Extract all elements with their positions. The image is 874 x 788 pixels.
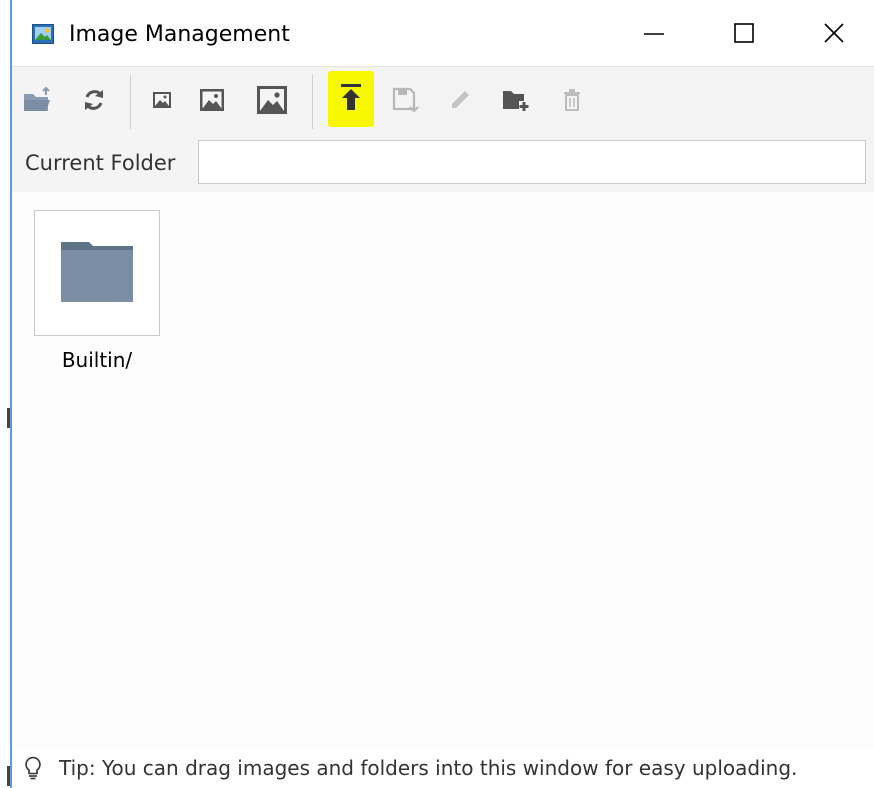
resize-handle[interactable]: [7, 408, 10, 428]
image-app-icon: [32, 24, 54, 44]
current-folder-label: Current Folder: [25, 151, 176, 175]
lightbulb-icon: [24, 756, 42, 780]
save-download-icon: [392, 87, 420, 117]
upload-icon: [340, 83, 362, 115]
minimize-icon: [642, 21, 666, 49]
status-bar: Tip: You can drag images and folders int…: [12, 748, 874, 788]
title-bar[interactable]: Image Management: [12, 0, 874, 70]
rename-button[interactable]: [440, 81, 480, 123]
close-button[interactable]: [804, 10, 864, 60]
pencil-icon: [449, 89, 471, 115]
toolbar: [12, 66, 874, 137]
close-icon: [822, 21, 846, 49]
image-browser-area[interactable]: Builtin/: [12, 192, 874, 748]
large-thumbnails-button[interactable]: [252, 81, 292, 123]
open-folder-button[interactable]: [18, 81, 58, 123]
delete-button[interactable]: [552, 81, 592, 123]
maximize-icon: [732, 21, 756, 49]
window-title: Image Management: [69, 22, 290, 47]
upload-button[interactable]: [328, 71, 374, 127]
refresh-button[interactable]: [74, 81, 114, 123]
image-medium-icon: [200, 89, 224, 115]
folder-icon: [61, 240, 133, 306]
current-folder-row: Current Folder: [12, 136, 874, 192]
image-large-icon: [257, 86, 287, 118]
resize-handle-bottom[interactable]: [7, 766, 10, 786]
folder-item-builtin[interactable]: Builtin/: [12, 192, 182, 382]
tip-text: Tip: You can drag images and folders int…: [59, 756, 798, 780]
folder-thumbnail[interactable]: [34, 210, 160, 336]
trash-icon: [562, 88, 582, 116]
refresh-icon: [81, 87, 107, 117]
medium-thumbnails-button[interactable]: [192, 81, 232, 123]
maximize-button[interactable]: [714, 10, 774, 60]
folder-open-icon: [22, 86, 54, 118]
image-management-window: Image Management Current Folder Builtin/…: [0, 0, 874, 788]
folder-add-icon: [501, 87, 531, 117]
minimize-button[interactable]: [624, 10, 684, 60]
toolbar-separator: [312, 75, 313, 129]
toolbar-separator: [130, 75, 131, 129]
current-folder-input[interactable]: [198, 140, 866, 184]
download-button[interactable]: [386, 81, 426, 123]
folder-label: Builtin/: [61, 348, 133, 372]
small-thumbnails-button[interactable]: [142, 81, 182, 123]
image-small-icon: [153, 92, 171, 112]
new-folder-button[interactable]: [496, 81, 536, 123]
